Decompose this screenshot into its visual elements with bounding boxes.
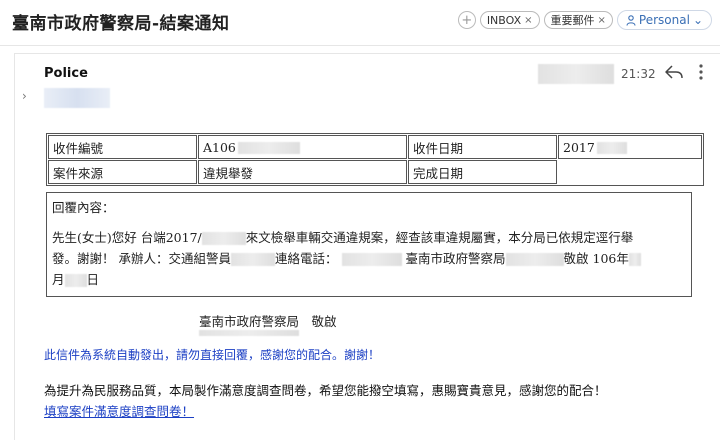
reply-text: 敬啟 106年	[563, 251, 629, 266]
reply-text: 發。謝謝！ 承辦人：交通組警員	[52, 251, 231, 266]
survey-link[interactable]: 填寫案件滿意度調查問卷！	[44, 401, 194, 420]
remove-label-icon[interactable]: ×	[598, 12, 606, 29]
redacted-received-date	[596, 142, 627, 154]
case-number-label: 收件編號	[48, 135, 197, 159]
reply-text: 月	[52, 272, 65, 287]
account-label: Personal	[638, 13, 690, 27]
table-row: 案件來源 違規舉發 完成日期	[48, 160, 702, 184]
completed-date-label: 完成日期	[408, 160, 557, 184]
completed-date-value	[558, 160, 702, 184]
label-toolbar: + INBOX × 重要郵件 × Personal ⌄	[457, 10, 712, 30]
case-info-table: 收件編號 A106 收件日期 2017 案件來源 違規舉發 完成日期	[46, 133, 704, 186]
reply-line-3: 月日	[52, 269, 686, 290]
person-icon	[626, 14, 636, 26]
redacted-sender-address	[44, 88, 110, 108]
label-name: INBOX	[486, 13, 522, 27]
reply-line-1: 先生(女士)您好 台端2017/來文檢舉車輛交通違規案，經查該車違規屬實，本分局…	[52, 227, 686, 248]
header-divider	[0, 45, 720, 46]
table-row: 收件編號 A106 收件日期 2017	[48, 135, 702, 159]
redacted-date	[538, 64, 614, 84]
signoff: 臺南市政府警察局 敬啟	[199, 314, 337, 329]
label-chip-important[interactable]: 重要郵件 ×	[543, 11, 613, 29]
case-source-label: 案件來源	[48, 160, 197, 184]
reply-text: 臺南市政府警察局	[405, 251, 506, 266]
reply-text: 來文檢舉車輛交通違規案，經查該車違規屬實，本分局已依規定逕行舉	[245, 230, 634, 245]
received-date-cell: 2017	[558, 135, 702, 159]
redacted-phone	[341, 253, 402, 266]
redacted-date	[201, 232, 246, 245]
survey-text: 為提升為民服務品質，本局製作滿意度調查問卷，希望您能撥空填寫，惠賜寶貴意見，感謝…	[44, 383, 607, 398]
received-date-value: 2017	[563, 139, 595, 155]
remove-label-icon[interactable]: ×	[524, 12, 532, 29]
redacted-case-number	[237, 142, 300, 154]
redacted-branch	[505, 253, 564, 266]
label-name: 重要郵件	[550, 13, 595, 27]
message-time: 21:32	[621, 67, 656, 81]
email-subject: 臺南市政府警察局-結案通知	[12, 14, 230, 34]
redacted-day	[64, 274, 87, 287]
reply-line-2: 發。謝謝！ 承辦人：交通組警員 連絡電話： 臺南市政府警察局 敬啟 106年	[52, 248, 686, 269]
reply-heading: 回覆內容：	[52, 200, 115, 215]
reply-text: 日	[86, 272, 100, 287]
expand-details-icon[interactable]: ›	[22, 89, 27, 103]
reply-icon[interactable]	[664, 64, 684, 80]
sender-name[interactable]: Police	[44, 66, 88, 81]
redacted-officer	[230, 253, 275, 266]
more-options-icon[interactable]	[698, 62, 704, 82]
label-chip-inbox[interactable]: INBOX ×	[479, 11, 540, 29]
auto-notice: 此信件為系統自動發出，請勿直接回覆，感謝您的配合。謝謝！	[44, 348, 381, 362]
redacted-month	[628, 253, 641, 266]
redacted-signoff-date	[199, 330, 299, 336]
reply-text: 先生(女士)您好 台端2017/	[52, 230, 202, 245]
reply-text: 連絡電話：	[274, 251, 338, 266]
add-label-button[interactable]: +	[457, 11, 476, 29]
reply-content-box: 回覆內容： 先生(女士)您好 台端2017/來文檢舉車輛交通違規案，經查該車違規…	[46, 192, 692, 297]
chevron-down-icon: ⌄	[692, 13, 703, 27]
received-date-label: 收件日期	[408, 135, 557, 159]
case-source-value: 違規舉發	[198, 160, 407, 184]
case-number-cell: A106	[198, 135, 407, 159]
account-selector[interactable]: Personal ⌄	[616, 10, 712, 30]
case-number-value: A106	[203, 139, 236, 155]
